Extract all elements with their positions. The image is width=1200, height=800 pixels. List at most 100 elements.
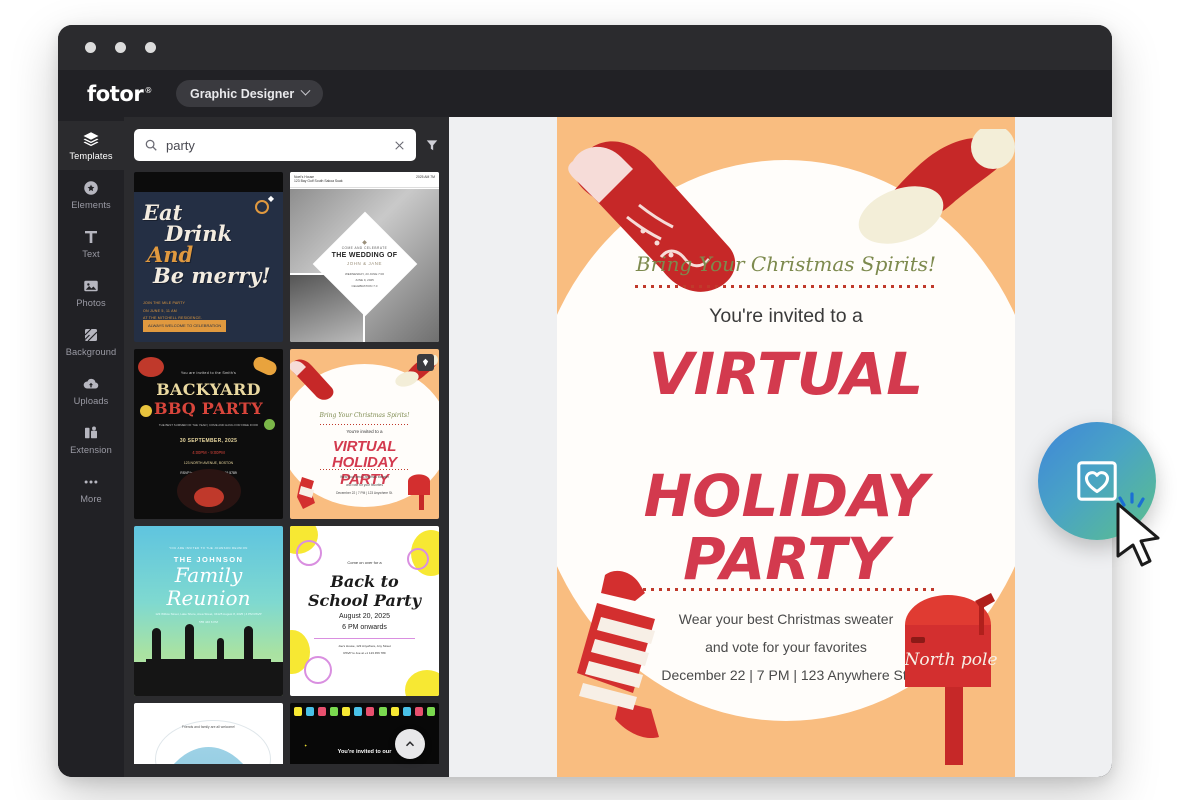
sidebar-item-more[interactable]: More [58, 464, 124, 513]
silhouette [151, 628, 161, 662]
template-card-back-to-school[interactable]: Come on over for a Back to School Party … [290, 526, 439, 696]
collapse-panel-button[interactable] [395, 729, 425, 759]
card-address: 123 NORTH AVENUE, BOSTON [183, 461, 234, 466]
card-header: Noel's House 123 Bay Gulf South Sakoa Su… [290, 172, 439, 188]
card-details: Joe's House, 123 Anywhere, Any Street RS… [338, 644, 391, 656]
card-header-left: Noel's House 123 Bay Gulf South Sakoa Su… [294, 175, 343, 183]
canvas-invited-text[interactable]: You're invited to a [557, 305, 1015, 328]
template-card-wedding[interactable]: Noel's House 123 Bay Gulf South Sakoa Su… [290, 172, 439, 342]
left-rail: Templates Elements Text Photos Backgroun… [58, 117, 124, 777]
silhouette [244, 626, 254, 662]
layers-icon [83, 132, 99, 147]
canvas-script-text[interactable]: Bring Your Christmas Spirits! [557, 252, 1015, 276]
card-script: Bring Your Christmas Spirits! [319, 411, 410, 419]
text-icon [85, 231, 97, 243]
template-card-bbq[interactable]: You are invited to the Smith's BACKYARD … [134, 349, 283, 519]
card-details: 123 Willow Street, Lake Shore, Area Stre… [155, 612, 262, 624]
divider-top [319, 423, 410, 425]
sidebar-item-label: Elements [71, 200, 111, 210]
diamond-icon: ◆ [362, 239, 367, 246]
north-pole-mailbox-icon[interactable]: North pole [901, 585, 1011, 765]
search-row: party [134, 129, 439, 161]
design-canvas[interactable]: Bring Your Christmas Spirits! You're inv… [557, 117, 1015, 777]
template-grid[interactable]: ◆ Eat Drink And Be merry! JOIN THE MILE … [134, 172, 439, 764]
mode-selector[interactable]: Graphic Designer [176, 80, 324, 107]
bulb-strip [294, 707, 435, 716]
search-input[interactable]: party [134, 129, 416, 161]
card-pre: YOU ARE INVITED TO THE JOHNSON REUNION [169, 546, 248, 551]
template-card-holiday-party[interactable]: Bring Your Christmas Spirits! You're inv… [290, 349, 439, 519]
card-title1: BACKYARD [156, 380, 261, 399]
card-names: JOHN & JANE [346, 260, 383, 266]
card-script1: Family [174, 563, 243, 588]
canvas-divider-top [634, 285, 938, 289]
card-pre: Friends and family are all welcome! [181, 725, 236, 730]
ground-shape [134, 662, 283, 696]
card-title1: VIRTUAL [332, 438, 397, 456]
fotor-logo[interactable]: fotor® [87, 82, 152, 106]
photo-icon [84, 280, 98, 292]
mailbox-label: North pole [903, 650, 997, 670]
card-sub: THE BEST SUMMER OF THE YEAR | COME AND H… [158, 423, 259, 427]
sidebar-item-label: Text [82, 249, 100, 259]
premium-diamond-icon [417, 354, 434, 371]
card-topbar [134, 172, 283, 192]
striped-candy-icon[interactable] [571, 569, 701, 749]
registered-mark: ® [144, 85, 152, 95]
card-date: 30 SEPTEMBER, 2025 [179, 438, 238, 445]
card-invited: You're invited to a [346, 428, 383, 434]
sidebar-item-uploads[interactable]: Uploads [58, 366, 124, 415]
red-mitten-icon[interactable] [565, 135, 755, 305]
sidebar-item-label: Background [65, 347, 117, 357]
sidebar-item-photos[interactable]: Photos [58, 268, 124, 317]
sidebar-item-text[interactable]: Text [58, 219, 124, 268]
canvas-title-line2[interactable]: HOLIDAY [557, 467, 1015, 525]
extension-icon [85, 426, 97, 439]
steak-shape [193, 487, 224, 507]
red-mitten-icon [290, 359, 334, 400]
chevron-down-icon [300, 85, 311, 96]
card-script2: Reunion [166, 585, 251, 610]
template-card-eat-drink[interactable]: ◆ Eat Drink And Be merry! JOIN THE MILE … [134, 172, 283, 342]
canvas-workspace[interactable]: Bring Your Christmas Spirits! You're inv… [449, 117, 1112, 777]
sidebar-item-label: Uploads [73, 396, 109, 406]
mouse-pointer-icon [1116, 502, 1160, 567]
decor-ring [304, 656, 332, 684]
canvas-title-line1[interactable]: VIRTUAL [557, 345, 1015, 403]
card-line4: Be merry! [153, 263, 271, 288]
santa-hat-icon[interactable] [847, 129, 1015, 269]
decor-blob [140, 405, 152, 417]
filter-funnel-icon[interactable] [425, 138, 439, 152]
divider-bottom [319, 468, 410, 470]
window-close-dot[interactable] [85, 42, 96, 53]
card-pre: Come on over for a [347, 560, 382, 565]
ring-icon [255, 200, 269, 214]
card-pre: COME AND CELEBRATE [341, 245, 388, 250]
card-title: THE WEDDING OF [331, 251, 398, 259]
sidebar-item-background[interactable]: Background [58, 317, 124, 366]
window-titlebar [58, 25, 1112, 70]
decor-blob [138, 357, 164, 377]
card-title2: BBQ PARTY [154, 399, 263, 418]
logo-text: fotor [87, 81, 144, 106]
close-icon[interactable] [393, 139, 406, 152]
sidebar-item-extension[interactable]: Extension [58, 415, 124, 464]
decor-blob [405, 670, 439, 696]
template-card-family-reunion[interactable]: YOU ARE INVITED TO THE JOHNSON REUNION T… [134, 526, 283, 696]
sidebar-item-templates[interactable]: Templates [58, 121, 124, 170]
app-header: fotor® Graphic Designer [58, 70, 1112, 117]
template-card-beach-party[interactable]: Friends and family are all welcome! Beac… [134, 703, 283, 764]
sidebar-item-elements[interactable]: Elements [58, 170, 124, 219]
card-line2: Drink [165, 221, 233, 246]
divider [313, 638, 416, 640]
window-maximize-dot[interactable] [145, 42, 156, 53]
card-time: 6 PM onwards [342, 623, 387, 631]
silhouette [184, 624, 194, 662]
ellipsis-icon [84, 480, 98, 484]
sidebar-item-label: Templates [69, 151, 113, 161]
card-header-right: 2025 AM 7M [415, 175, 435, 179]
card-line3: And [147, 242, 194, 267]
window-minimize-dot[interactable] [115, 42, 126, 53]
striped-candy-icon [297, 477, 315, 509]
card-date: August 20, 2025 [339, 612, 390, 620]
